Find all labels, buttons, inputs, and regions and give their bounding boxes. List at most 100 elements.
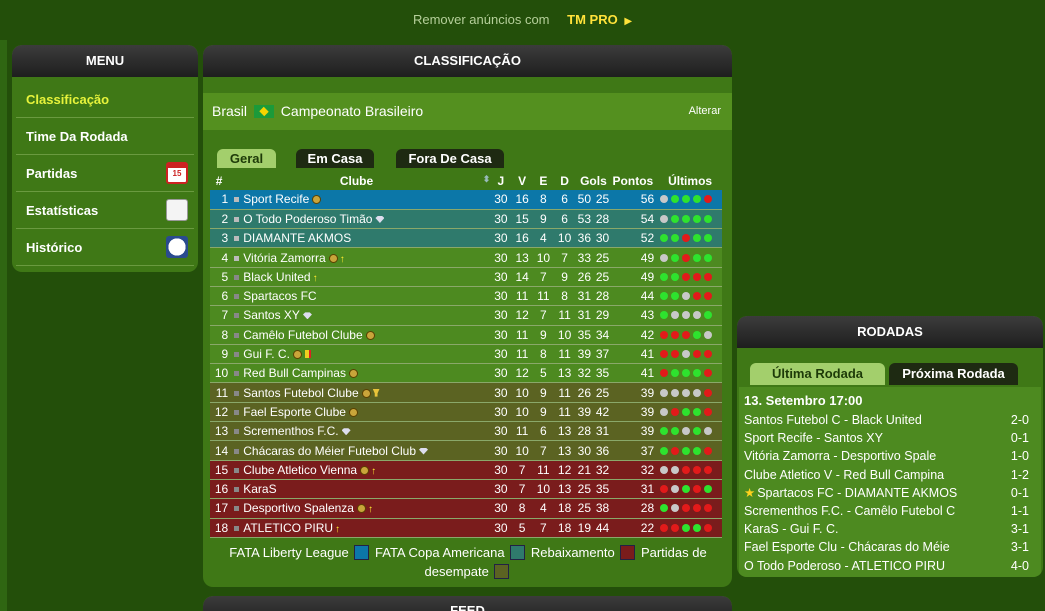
club-cell[interactable]: KaraS [230,479,491,500]
menu-item-hist-rico[interactable]: Histórico [16,229,194,266]
match-row[interactable]: Santos Futebol C - Black United 2-0 [744,411,1037,429]
table-row[interactable]: 10 Red Bull Campinas 30 12 5 13 32 35 41 [210,363,722,384]
club-name[interactable]: Red Bull Campinas [243,366,346,380]
club-cell[interactable]: Chácaras do Méier Futebol Club [230,440,491,461]
match-score[interactable]: 0-1 [1011,484,1029,502]
club-name[interactable]: Clube Atletico Vienna [243,463,357,477]
header-games[interactable]: J [490,172,511,190]
table-row[interactable]: 6 Spartacos FC 30 11 11 8 31 28 44 [210,286,722,307]
match-row[interactable]: Scrementhos F.C. - Camêlo Futebol C 1-1 [744,502,1037,520]
club-name[interactable]: Desportivo Spalenza [243,501,354,515]
header-position[interactable]: # [210,172,230,190]
club-cell[interactable]: Clube Atletico Vienna ↑ [230,460,491,480]
match-score[interactable]: 1-0 [1011,447,1029,465]
club-cell[interactable]: Sport Recife [230,190,491,210]
club-name[interactable]: Sport Recife [243,192,309,206]
match-score[interactable]: 0-1 [1011,429,1029,447]
match-row[interactable]: KaraS - Gui F. C. 3-1 [744,520,1037,538]
club-cell[interactable]: Santos XY [230,305,491,326]
match-teams[interactable]: Fael Esporte Clu - Chácaras do Méie [744,540,950,554]
match-score[interactable]: 2-0 [1011,411,1029,429]
table-row[interactable]: 12 Fael Esporte Clube 30 10 9 11 39 42 39 [210,402,722,423]
match-score[interactable]: 1-2 [1011,466,1029,484]
club-cell[interactable]: Gui F. C. [230,344,491,365]
club-name[interactable]: Black United [243,270,310,284]
club-name[interactable]: KaraS [243,482,276,496]
club-name[interactable]: Chácaras do Méier Futebol Club [243,444,416,458]
club-name[interactable]: ATLETICO PIRU [243,521,333,535]
club-cell[interactable]: DIAMANTE AKMOS [230,228,491,249]
tab-geral[interactable]: Geral [217,149,276,168]
club-cell[interactable]: ATLETICO PIRU ↑ [230,518,491,538]
match-teams[interactable]: O Todo Poderoso - ATLETICO PIRU [744,559,945,573]
club-cell[interactable]: Scrementhos F.C. [230,421,491,442]
table-row[interactable]: 4 Vitória Zamorra ↑ 30 13 10 7 33 25 49 [210,247,722,268]
table-row[interactable]: 5 Black United ↑ 30 14 7 9 26 25 49 [210,267,722,287]
match-row[interactable]: O Todo Poderoso - ATLETICO PIRU 4-0 [744,557,1037,575]
header-wins[interactable]: V [512,172,533,190]
match-score[interactable]: 3-1 [1011,538,1029,556]
match-teams[interactable]: Spartacos FC - DIAMANTE AKMOS [757,486,957,500]
calendar-icon[interactable]: 15 [166,162,188,184]
club-cell[interactable]: Spartacos FC [230,286,491,307]
history-clock-icon[interactable] [166,236,188,258]
club-cell[interactable]: Camêlo Futebol Clube [230,325,491,345]
club-name[interactable]: Santos Futebol Clube [243,386,358,400]
menu-item-time-da-rodada[interactable]: Time Da Rodada [16,118,194,155]
table-row[interactable]: 17 Desportivo Spalenza ↑ 30 8 4 18 25 38 28 [210,498,722,519]
club-cell[interactable]: Santos Futebol Clube [230,382,491,403]
tab-fora-de-casa[interactable]: Fora De Casa [396,149,504,168]
club-name[interactable]: Santos XY [243,308,300,322]
header-last[interactable]: Últimos [658,172,722,190]
table-row[interactable]: 9 Gui F. C. 30 11 8 11 39 37 41 [210,344,722,365]
header-goals[interactable]: Gols [575,172,611,190]
club-name[interactable]: Scrementhos F.C. [243,424,338,438]
tm-pro-link[interactable]: TM PRO [567,12,618,27]
tab-em-casa[interactable]: Em Casa [296,149,374,168]
table-row[interactable]: 3 DIAMANTE AKMOS 30 16 4 10 36 30 52 [210,228,722,249]
club-name[interactable]: DIAMANTE AKMOS [243,231,351,245]
match-row[interactable]: Sport Recife - Santos XY 0-1 [744,429,1037,447]
club-cell[interactable]: Red Bull Campinas [230,363,491,384]
table-row[interactable]: 1 Sport Recife 30 16 8 6 50 25 56 [210,190,722,210]
table-row[interactable]: 13 Scrementhos F.C. 30 11 6 13 28 31 39 [210,421,722,442]
match-score[interactable]: 3-1 [1011,520,1029,538]
table-row[interactable]: 8 Camêlo Futebol Clube 30 11 9 10 35 34 42 [210,325,722,345]
club-name[interactable]: Gui F. C. [243,347,290,361]
change-league-link[interactable]: Alterar [689,93,721,130]
header-draws[interactable]: E [533,172,554,190]
header-losses[interactable]: D [554,172,575,190]
table-row[interactable]: 16 KaraS 30 7 10 13 25 35 31 [210,479,722,500]
chart-icon[interactable] [166,199,188,221]
table-row[interactable]: 15 Clube Atletico Vienna ↑ 30 7 11 12 21 32 32 [210,460,722,480]
header-points[interactable]: Pontos [612,172,659,190]
match-teams[interactable]: KaraS - Gui F. C. [744,522,838,536]
match-teams[interactable]: Scrementhos F.C. - Camêlo Futebol C [744,504,955,518]
match-row[interactable]: Vitória Zamorra - Desportivo Spale 1-0 [744,447,1037,465]
match-row[interactable]: Clube Atletico V - Red Bull Campina 1-2 [744,466,1037,484]
club-cell[interactable]: Desportivo Spalenza ↑ [230,498,491,519]
table-row[interactable]: 2 O Todo Poderoso Timão 30 15 9 6 53 28 54 [210,209,722,230]
club-name[interactable]: Camêlo Futebol Clube [243,328,362,342]
menu-item-classifica-o[interactable]: Classificação [16,81,194,118]
club-name[interactable]: Vitória Zamorra [243,251,325,265]
arrow-right-icon[interactable]: ▶ [624,16,632,27]
menu-item-estat-sticas[interactable]: Estatísticas [16,192,194,229]
club-cell[interactable]: Black United ↑ [230,267,491,287]
match-teams[interactable]: Santos Futebol C - Black United [744,413,922,427]
match-teams[interactable]: Clube Atletico V - Red Bull Campina [744,468,944,482]
table-row[interactable]: 11 Santos Futebol Clube 30 10 9 11 26 25 39 [210,382,722,403]
club-cell[interactable]: O Todo Poderoso Timão [230,209,491,230]
club-cell[interactable]: Fael Esporte Clube [230,402,491,423]
club-name[interactable]: Fael Esporte Clube [243,405,346,419]
table-row[interactable]: 7 Santos XY 30 12 7 11 31 29 43 [210,305,722,326]
match-score[interactable]: 1-1 [1011,502,1029,520]
club-name[interactable]: Spartacos FC [243,289,316,303]
tab-proxima-rodada[interactable]: Próxima Rodada [889,363,1018,385]
match-teams[interactable]: Vitória Zamorra - Desportivo Spale [744,449,936,463]
match-teams[interactable]: Sport Recife - Santos XY [744,431,883,445]
club-name[interactable]: O Todo Poderoso Timão [243,212,372,226]
match-row[interactable]: Fael Esporte Clu - Chácaras do Méie 3-1 [744,538,1037,556]
header-club[interactable]: Clube ⬍ [230,172,490,190]
menu-item-partidas[interactable]: Partidas 15 [16,155,194,192]
